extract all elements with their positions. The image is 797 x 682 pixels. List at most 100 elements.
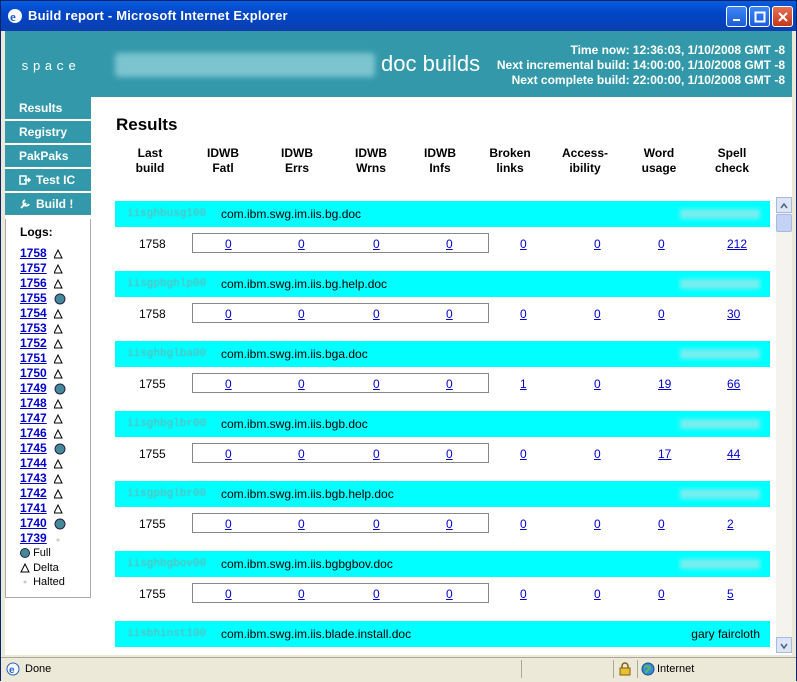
result-count-link[interactable]: 0: [225, 377, 232, 391]
result-count-link[interactable]: 0: [373, 587, 380, 601]
result-count-link[interactable]: 0: [298, 377, 305, 391]
package-owner: [680, 349, 760, 359]
result-count-link[interactable]: 30: [727, 307, 740, 321]
log-link[interactable]: 1749: [20, 381, 47, 395]
triangle-icon: [20, 562, 30, 573]
result-count-link[interactable]: 0: [373, 377, 380, 391]
result-count-link[interactable]: 0: [520, 587, 527, 601]
result-count-link[interactable]: 0: [446, 447, 453, 461]
browser-window: e Build report - Microsoft Internet Expl…: [0, 0, 797, 682]
result-count-link[interactable]: 0: [373, 307, 380, 321]
result-count-link[interactable]: 0: [446, 517, 453, 531]
window-title: Build report - Microsoft Internet Explor…: [28, 8, 288, 23]
log-link[interactable]: 1742: [20, 486, 47, 500]
column-header: IDWB Errs: [257, 146, 337, 176]
log-link[interactable]: 1743: [20, 471, 47, 485]
package-header: iisgpbghlp00 com.ibm.swg.im.iis.bg.help.d…: [115, 271, 770, 297]
idwb-group-box: [192, 233, 489, 253]
result-count-link[interactable]: 0: [658, 587, 665, 601]
result-count-link[interactable]: 212: [727, 237, 747, 251]
result-count-link[interactable]: 19: [658, 377, 671, 391]
result-count-link[interactable]: 0: [446, 307, 453, 321]
log-link[interactable]: 1758: [20, 246, 47, 260]
last-build: 1755: [139, 447, 166, 461]
idwb-group-box: [192, 513, 489, 533]
log-link[interactable]: 1739: [20, 531, 47, 545]
result-count-link[interactable]: 0: [373, 447, 380, 461]
status-text: Done: [25, 663, 52, 675]
ie-icon: e: [8, 9, 22, 24]
minimize-button[interactable]: [726, 6, 747, 27]
result-count-link[interactable]: 0: [446, 237, 453, 251]
close-button[interactable]: [772, 6, 793, 27]
idwb-group-box: [192, 373, 489, 393]
vertical-scrollbar[interactable]: [776, 197, 792, 653]
nav-results[interactable]: Results: [5, 97, 91, 119]
maximize-button[interactable]: [749, 6, 770, 27]
result-count-link[interactable]: 0: [594, 377, 601, 391]
log-link[interactable]: 1747: [20, 411, 47, 425]
legend-delta: Delta: [20, 562, 59, 574]
column-header-line: Spell: [717, 146, 747, 160]
result-count-link[interactable]: 0: [594, 517, 601, 531]
result-count-link[interactable]: 0: [520, 237, 527, 251]
result-count-link[interactable]: 0: [594, 237, 601, 251]
result-count-link[interactable]: 0: [520, 307, 527, 321]
result-count-link[interactable]: 66: [727, 377, 740, 391]
result-count-link[interactable]: 0: [658, 307, 665, 321]
delta-build-icon: [54, 488, 63, 499]
result-count-link[interactable]: 17: [658, 447, 671, 461]
nav-build[interactable]: Build !: [5, 193, 91, 215]
scroll-up-button[interactable]: [776, 197, 792, 213]
result-count-link[interactable]: 2: [727, 517, 734, 531]
log-link[interactable]: 1753: [20, 321, 47, 335]
result-count-link[interactable]: 0: [520, 447, 527, 461]
log-link[interactable]: 1754: [20, 306, 47, 320]
left-nav: Results Registry PakPaks Test IC Build !…: [5, 97, 91, 598]
result-count-link[interactable]: 0: [298, 307, 305, 321]
nav-registry[interactable]: Registry: [5, 121, 91, 143]
log-link[interactable]: 1748: [20, 396, 47, 410]
log-link[interactable]: 1744: [20, 456, 47, 470]
column-header: Word usage: [619, 146, 699, 176]
result-count-link[interactable]: 0: [298, 237, 305, 251]
log-link[interactable]: 1750: [20, 366, 47, 380]
result-count-link[interactable]: 0: [373, 237, 380, 251]
result-count-link[interactable]: 0: [658, 517, 665, 531]
result-count-link[interactable]: 0: [298, 447, 305, 461]
result-count-link[interactable]: 0: [594, 307, 601, 321]
delta-build-icon: [54, 323, 63, 334]
log-link[interactable]: 1741: [20, 501, 47, 515]
log-link[interactable]: 1752: [20, 336, 47, 350]
nav-pakpaks[interactable]: PakPaks: [5, 145, 91, 167]
log-link[interactable]: 1745: [20, 441, 47, 455]
result-count-link[interactable]: 0: [298, 517, 305, 531]
scroll-thumb[interactable]: [776, 214, 792, 232]
result-count-link[interactable]: 0: [594, 447, 601, 461]
result-count-link[interactable]: 0: [298, 587, 305, 601]
scroll-down-button[interactable]: [776, 637, 792, 653]
result-count-link[interactable]: 0: [658, 237, 665, 251]
idwb-group-box: [192, 583, 489, 603]
result-count-link[interactable]: 0: [225, 517, 232, 531]
log-link[interactable]: 1757: [20, 261, 47, 275]
result-count-link[interactable]: 5: [727, 587, 734, 601]
log-link[interactable]: 1746: [20, 426, 47, 440]
result-count-link[interactable]: 44: [727, 447, 740, 461]
nav-test-ic[interactable]: Test IC: [5, 169, 91, 191]
result-count-link[interactable]: 0: [373, 517, 380, 531]
result-count-link[interactable]: 0: [520, 517, 527, 531]
result-count-link[interactable]: 0: [225, 447, 232, 461]
log-link[interactable]: 1751: [20, 351, 47, 365]
result-count-link[interactable]: 0: [594, 587, 601, 601]
result-count-link[interactable]: 0: [225, 237, 232, 251]
log-link[interactable]: 1755: [20, 291, 47, 305]
log-link[interactable]: 1740: [20, 516, 47, 530]
result-count-link[interactable]: 1: [520, 377, 527, 391]
result-count-link[interactable]: 0: [446, 587, 453, 601]
result-count-link[interactable]: 0: [225, 587, 232, 601]
delta-build-icon: [54, 308, 63, 319]
log-link[interactable]: 1756: [20, 276, 47, 290]
result-count-link[interactable]: 0: [446, 377, 453, 391]
result-count-link[interactable]: 0: [225, 307, 232, 321]
